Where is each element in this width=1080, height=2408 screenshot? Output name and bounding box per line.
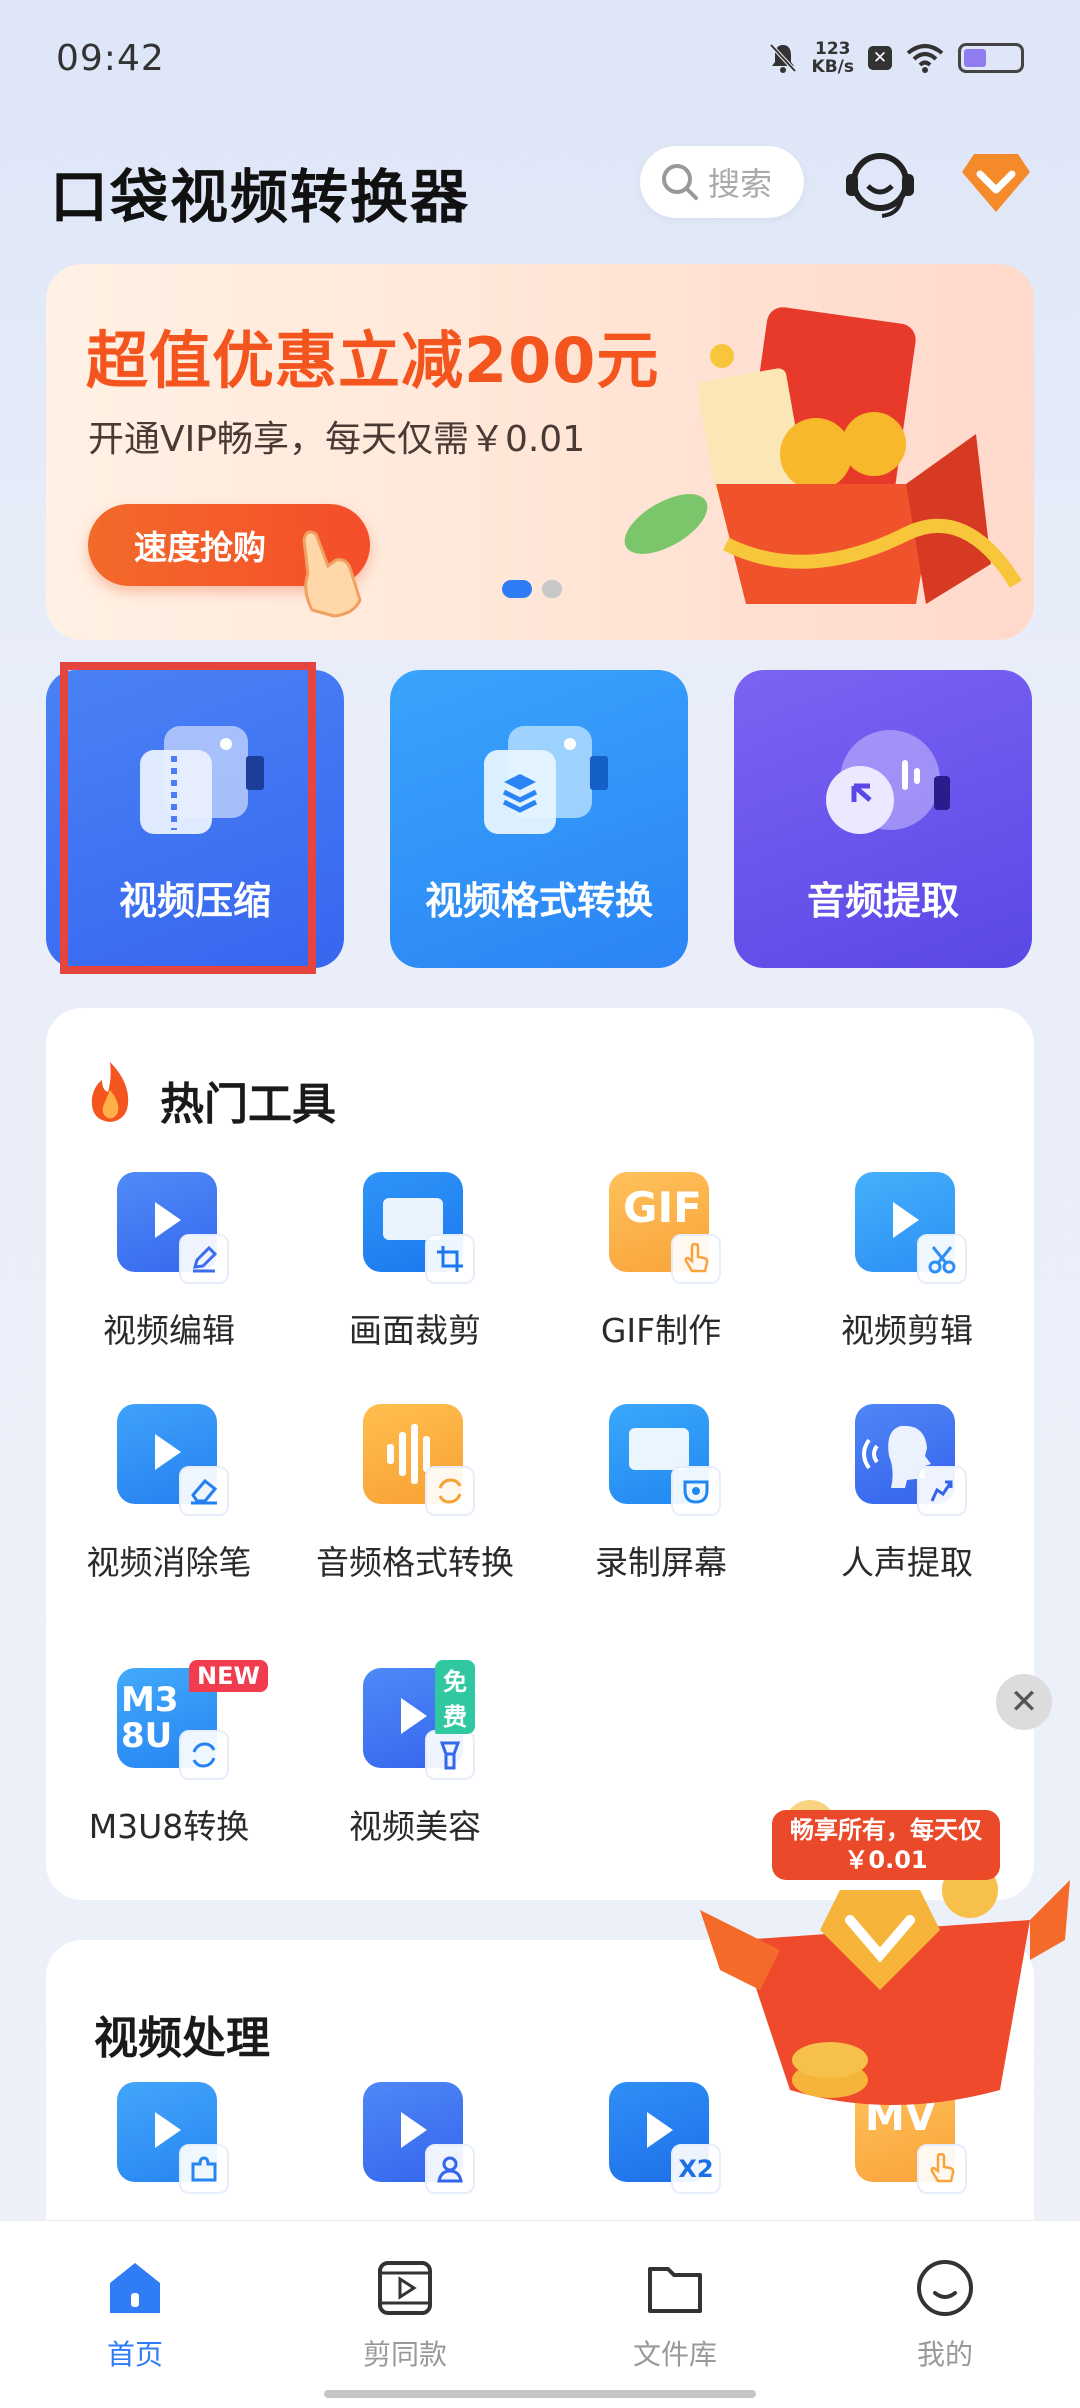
gift-box-illustration	[624, 307, 1022, 604]
video-processing-title: 视频处理	[94, 2013, 270, 2064]
banner-pagination	[502, 580, 562, 598]
feature-label: 音频提取	[806, 879, 959, 923]
free-badge: 免费	[435, 1660, 475, 1734]
tool-label: 画面裁剪	[349, 1311, 481, 1350]
video-portrait-icon	[363, 2082, 475, 2194]
tool-label: M3U8转换	[88, 1807, 250, 1846]
tool-gif-maker[interactable]: GIF GIF制作	[538, 1172, 784, 1352]
tool-m3u8-convert[interactable]: M3 8U NEW M3U8转换	[46, 1660, 292, 1848]
app-notification-icon: ✕	[868, 46, 892, 70]
app-title: 口袋视频转换器	[50, 163, 471, 231]
video-eraser-icon	[117, 1404, 229, 1516]
status-time: 09:42	[56, 38, 165, 79]
tool-label: 视频美容	[349, 1807, 481, 1846]
search-button[interactable]: 搜索	[640, 146, 804, 218]
tool-video-portrait[interactable]	[292, 2082, 538, 2194]
vip-diamond-icon[interactable]	[960, 150, 1032, 216]
tool-label: 人声提取	[841, 1543, 973, 1582]
tool-label: GIF制作	[600, 1311, 722, 1350]
tool-label: 视频编辑	[103, 1311, 235, 1350]
audio-format-icon	[363, 1404, 475, 1516]
vocal-extract-icon	[855, 1404, 967, 1516]
nav-label: 首页	[106, 2338, 163, 2371]
close-float-ad-button[interactable]: ✕	[996, 1674, 1052, 1730]
feature-video-format-convert[interactable]: 视频格式转换	[390, 670, 688, 968]
banner-subtitle: 开通VIP畅享，每天仅需￥0.01	[88, 419, 586, 460]
video-edit-icon	[117, 1172, 229, 1284]
pagination-dot-active	[502, 580, 532, 598]
bottom-navigation: 首页 剪同款 文件库 我的	[0, 2220, 1080, 2408]
wifi-icon	[906, 44, 944, 73]
screen-record-icon	[609, 1404, 721, 1516]
banner-headline: 超值优惠立减200元	[86, 324, 660, 397]
crop-icon	[363, 1172, 475, 1284]
gif-icon: GIF	[609, 1172, 721, 1284]
close-icon: ✕	[1009, 1682, 1039, 1722]
tool-video-eraser[interactable]: 视频消除笔	[46, 1404, 292, 1584]
tool-screen-record[interactable]: 录制屏幕	[538, 1404, 784, 1584]
audio-extract-icon	[826, 730, 950, 834]
tool-crop[interactable]: 画面裁剪	[292, 1172, 538, 1352]
film-template-icon	[378, 2261, 432, 2315]
nav-label: 文件库	[632, 2338, 717, 2371]
selection-highlight	[60, 662, 316, 974]
profile-smile-icon	[917, 2260, 973, 2316]
search-icon	[662, 164, 698, 200]
hot-tools-title: 热门工具	[160, 1079, 336, 1130]
video-merge-icon	[117, 2082, 229, 2194]
tool-label: 视频剪辑	[841, 1311, 973, 1350]
battery-level	[964, 49, 986, 67]
hot-tools-card: 热门工具 视频编辑 画面裁剪 GIF GIF制作 视频剪辑 视频消除笔 音频格式…	[46, 1008, 1034, 1900]
pointing-hand-icon	[302, 530, 362, 618]
folder-icon	[648, 2267, 702, 2313]
video-speed-icon: X2	[609, 2082, 721, 2194]
home-icon	[110, 2263, 160, 2313]
home-indicator	[324, 2390, 756, 2398]
promo-banner[interactable]: 超值优惠立减200元 开通VIP畅享，每天仅需￥0.01 速度抢购	[46, 264, 1034, 640]
customer-service-icon[interactable]	[842, 146, 918, 222]
tool-vocal-extract[interactable]: 人声提取	[784, 1404, 1030, 1584]
nav-file-library[interactable]: 文件库	[540, 2221, 810, 2408]
mute-notification-icon	[769, 43, 797, 73]
status-icons: 123 KB/s ✕	[768, 40, 1024, 76]
tool-label: 录制屏幕	[595, 1543, 727, 1582]
pagination-dot	[542, 580, 562, 598]
nav-templates[interactable]: 剪同款	[270, 2221, 540, 2408]
battery-icon	[958, 43, 1024, 73]
search-placeholder: 搜索	[708, 165, 773, 203]
float-ad-text: 畅享所有，每天仅 ￥0.01	[772, 1810, 1000, 1880]
feature-label: 视频格式转换	[424, 879, 653, 923]
video-clip-icon	[855, 1172, 967, 1284]
tool-label: 音频格式转换	[316, 1543, 514, 1582]
tool-audio-format[interactable]: 音频格式转换	[292, 1404, 538, 1584]
m3u8-icon: M3 8U NEW	[117, 1660, 268, 1780]
feature-audio-extract[interactable]: 音频提取	[734, 670, 1032, 968]
floating-promo-ad[interactable]: 畅享所有，每天仅 ￥0.01	[700, 1790, 1070, 2140]
tool-video-merge[interactable]	[46, 2082, 292, 2194]
video-beauty-icon: 免费	[363, 1660, 475, 1780]
nav-home[interactable]: 首页	[0, 2221, 270, 2408]
fire-icon	[91, 1062, 129, 1122]
tool-video-edit[interactable]: 视频编辑	[46, 1172, 292, 1352]
net-speed: 123 KB/s	[811, 39, 854, 77]
tool-video-clip[interactable]: 视频剪辑	[784, 1172, 1030, 1352]
tool-video-beauty[interactable]: 免费 视频美容	[292, 1660, 538, 1848]
nav-label: 剪同款	[362, 2338, 447, 2371]
nav-profile[interactable]: 我的	[810, 2221, 1080, 2408]
tool-label: 视频消除笔	[86, 1543, 252, 1582]
nav-label: 我的	[916, 2338, 973, 2371]
video-format-icon	[484, 726, 608, 834]
new-badge: NEW	[189, 1660, 268, 1692]
